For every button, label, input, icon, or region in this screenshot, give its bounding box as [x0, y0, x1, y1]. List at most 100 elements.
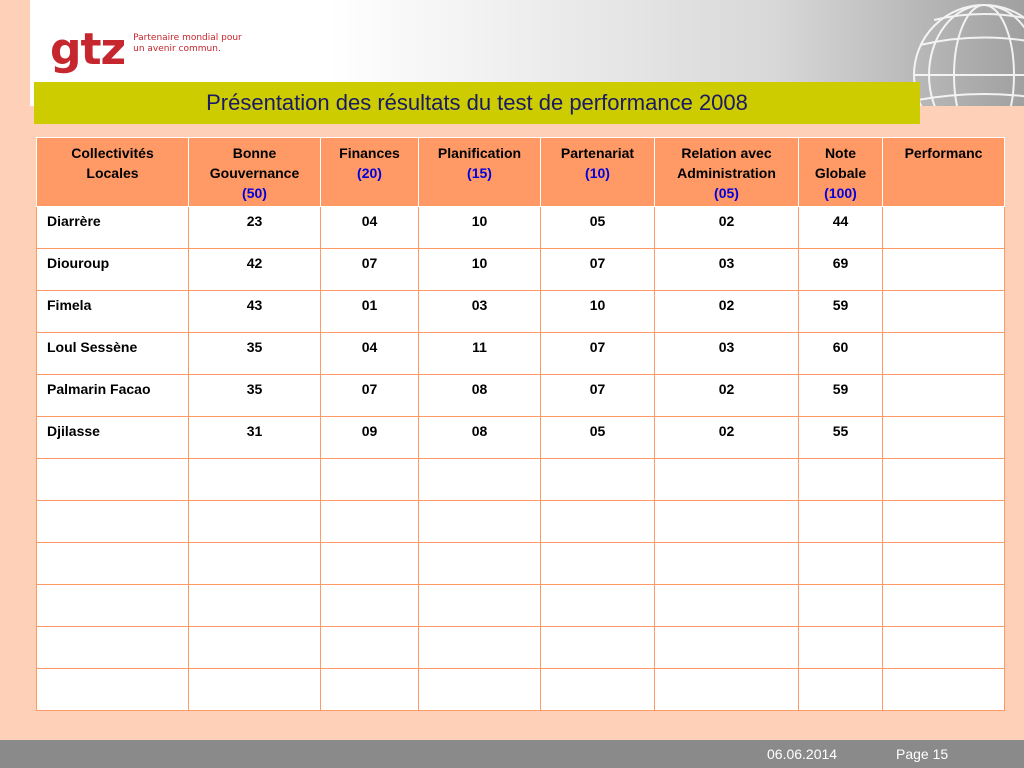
score-cell [798, 668, 883, 711]
score-cell [798, 458, 883, 501]
score-cell [188, 584, 321, 627]
score-cell [798, 500, 883, 543]
column-header-label: Collectivités [71, 145, 154, 161]
score-cell: 07 [320, 374, 419, 417]
column-header: Planification (15) [418, 137, 541, 207]
collectivity-name-cell: Diarrère [36, 206, 189, 249]
score-cell: 04 [320, 332, 419, 375]
footer-date: 06.06.2014 [767, 746, 838, 762]
column-header: Partenariat (10) [540, 137, 655, 207]
table-body: Diarrère 23 04 10 05 02 44 Diouroup 42 07 10 07 03 69… [36, 206, 1005, 711]
collectivity-name-cell: Loul Sessène [36, 332, 189, 375]
score-cell [882, 332, 1005, 375]
score-cell [882, 542, 1005, 585]
score-cell [882, 500, 1005, 543]
column-header-label: Gouvernance [209, 165, 300, 181]
score-cell: 08 [418, 374, 541, 417]
score-cell [320, 542, 419, 585]
table-row [36, 500, 1005, 543]
score-cell [418, 500, 541, 543]
score-cell: 02 [654, 290, 799, 333]
footer-page-number: Page 15 [896, 746, 949, 762]
page-title: Présentation des résultats du test de pe… [206, 90, 748, 115]
score-cell: 07 [540, 332, 655, 375]
score-cell [320, 668, 419, 711]
score-cell [882, 584, 1005, 627]
score-cell: 23 [188, 206, 321, 249]
score-cell [418, 668, 541, 711]
score-cell [882, 206, 1005, 249]
table-row [36, 626, 1005, 669]
footer-bar: 06.06.2014 Page 15 [0, 740, 1024, 768]
score-cell: 60 [798, 332, 883, 375]
table-row: Diarrère 23 04 10 05 02 44 [36, 206, 1005, 249]
column-header-max-score: (100) [824, 185, 857, 201]
score-cell [882, 458, 1005, 501]
column-header-max-score: (05) [714, 185, 739, 201]
column-header-label: Locales [86, 165, 139, 181]
score-cell [418, 542, 541, 585]
score-cell: 02 [654, 416, 799, 459]
collectivity-name-cell [36, 458, 189, 501]
score-cell [188, 542, 321, 585]
score-cell: 10 [540, 290, 655, 333]
collectivity-name-cell: Djilasse [36, 416, 189, 459]
collectivity-name-cell [36, 500, 189, 543]
score-cell [418, 626, 541, 669]
score-cell [188, 626, 321, 669]
column-header-max-score: (10) [585, 165, 610, 181]
table-row: Palmarin Facao 35 07 08 07 02 59 [36, 374, 1005, 417]
score-cell [882, 248, 1005, 291]
table-row: Djilasse 31 09 08 05 02 55 [36, 416, 1005, 459]
score-cell [654, 584, 799, 627]
column-header-max-score: (50) [242, 185, 267, 201]
score-cell [798, 542, 883, 585]
score-cell [540, 668, 655, 711]
column-header-label: Administration [677, 165, 776, 181]
score-cell [882, 626, 1005, 669]
score-cell [540, 458, 655, 501]
table-row: Fimela 43 01 03 10 02 59 [36, 290, 1005, 333]
collectivity-name-cell [36, 542, 189, 585]
table-row [36, 584, 1005, 627]
score-cell [654, 458, 799, 501]
title-bar: Présentation des résultats du test de pe… [34, 82, 920, 124]
score-cell [654, 668, 799, 711]
gtz-logo: gtz Partenaire mondial pour un avenir co… [50, 28, 242, 72]
collectivity-name-cell: Diouroup [36, 248, 189, 291]
score-cell: 11 [418, 332, 541, 375]
results-table: Collectivités Locales Bonne Gouvernance (50)… [36, 137, 1005, 711]
collectivity-name-cell: Palmarin Facao [36, 374, 189, 417]
score-cell [654, 626, 799, 669]
score-cell [654, 500, 799, 543]
collectivity-name-cell [36, 584, 189, 627]
score-cell: 08 [418, 416, 541, 459]
column-header: Relation avec Administration (05) [654, 137, 799, 207]
score-cell [882, 668, 1005, 711]
score-cell: 02 [654, 206, 799, 249]
column-header-max-score: (15) [467, 165, 492, 181]
score-cell [188, 458, 321, 501]
score-cell: 05 [540, 206, 655, 249]
column-header-label: Planification [437, 145, 522, 161]
table-row [36, 542, 1005, 585]
score-cell: 35 [188, 332, 321, 375]
score-cell [320, 500, 419, 543]
collectivity-name-cell [36, 668, 189, 711]
column-header-label: Finances [339, 145, 400, 161]
score-cell: 02 [654, 374, 799, 417]
column-header: Finances (20) [320, 137, 419, 207]
logo-mark: gtz [50, 24, 126, 75]
score-cell: 10 [418, 248, 541, 291]
score-cell [882, 374, 1005, 417]
score-cell [320, 458, 419, 501]
column-header-max-score: (20) [357, 165, 382, 181]
score-cell [320, 584, 419, 627]
score-cell: 05 [540, 416, 655, 459]
score-cell: 35 [188, 374, 321, 417]
score-cell [418, 458, 541, 501]
table-row: Loul Sessène 35 04 11 07 03 60 [36, 332, 1005, 375]
score-cell: 04 [320, 206, 419, 249]
score-cell [540, 584, 655, 627]
table-row: Diouroup 42 07 10 07 03 69 [36, 248, 1005, 291]
